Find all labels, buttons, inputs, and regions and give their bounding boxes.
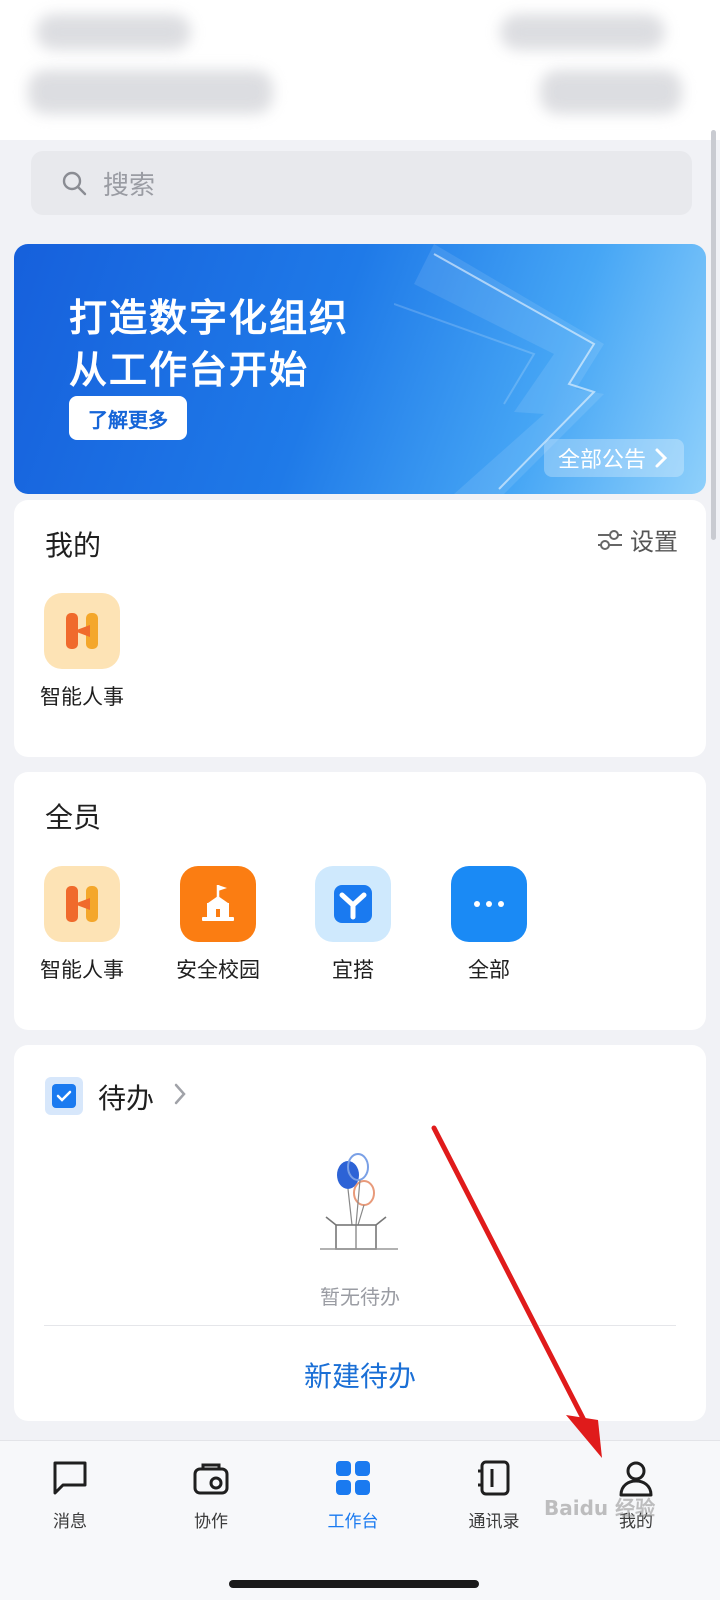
tab-workbench[interactable]: 工作台 (293, 1457, 413, 1532)
app-label: 宜搭 (332, 958, 374, 982)
new-todo-button[interactable]: 新建待办 (14, 1355, 706, 1395)
all-members-title: 全员 (45, 801, 102, 834)
learn-more-button[interactable]: 了解更多 (69, 396, 187, 440)
empty-todo-text: 暂无待办 (320, 1285, 400, 1309)
settings-button[interactable]: 设置 (596, 522, 678, 557)
collaboration-icon (193, 1463, 229, 1495)
yida-icon (315, 866, 391, 942)
banner-title: 打造数字化组织 从工作台开始 (69, 292, 349, 396)
app-label: 智能人事 (40, 958, 124, 982)
search-placeholder: 搜索 (103, 170, 156, 201)
tab-messages[interactable]: 消息 (10, 1457, 130, 1532)
tab-label: 通讯录 (468, 1512, 520, 1532)
chevron-right-icon (655, 448, 668, 468)
banner-title-line1: 打造数字化组织 (69, 296, 350, 340)
app-yida[interactable]: 宜搭 (298, 866, 408, 984)
todo-card: 待办 暂无待办 新建待办 (14, 1045, 706, 1421)
status-bar-blurred (36, 14, 191, 50)
todo-checkbox-icon (45, 1077, 83, 1115)
mine-title: 我的 (45, 529, 102, 562)
workbench-icon (336, 1461, 370, 1495)
sliders-icon (598, 529, 622, 550)
app-label: 全部 (468, 958, 510, 982)
scroll-indicator (711, 130, 716, 540)
promo-banner[interactable]: 打造数字化组织 从工作台开始 了解更多 全部公告 (14, 244, 706, 494)
tab-collaboration[interactable]: 协作 (151, 1457, 271, 1532)
app-label: 智能人事 (40, 685, 124, 709)
mine-card: 我的 设置 智能人事 (14, 500, 706, 757)
empty-balloon-box-icon (320, 1153, 398, 1250)
watermark: Baidu 经验 (544, 1496, 656, 1520)
smart-hr-icon (44, 593, 120, 669)
all-notices-button[interactable]: 全部公告 (543, 439, 684, 477)
app-label: 安全校园 (176, 958, 260, 982)
app-smart-hr[interactable]: 智能人事 (27, 593, 137, 711)
app-safe-campus[interactable]: 安全校园 (163, 866, 273, 984)
home-indicator[interactable] (229, 1580, 479, 1588)
search-input[interactable]: 搜索 (31, 151, 692, 215)
message-icon (53, 1461, 87, 1495)
all-members-card: 全员 智能人事 安全校园 宜搭 全部 (14, 772, 706, 1030)
search-icon (62, 171, 87, 196)
banner-title-line2: 从工作台开始 (69, 348, 310, 392)
app-all[interactable]: 全部 (434, 866, 544, 984)
app-smart-hr[interactable]: 智能人事 (27, 866, 137, 984)
contacts-icon (478, 1460, 510, 1496)
tab-label: 协作 (194, 1512, 228, 1532)
todo-title[interactable]: 待办 (98, 1077, 154, 1117)
smart-hr-icon (44, 866, 120, 942)
org-name-blurred[interactable] (28, 70, 273, 114)
all-notices-label: 全部公告 (557, 448, 646, 473)
tab-label: 消息 (53, 1512, 87, 1532)
header-action-blurred[interactable] (540, 70, 682, 114)
status-icons-blurred (500, 14, 665, 50)
top-header (0, 0, 720, 140)
divider (44, 1325, 676, 1326)
settings-label: 设置 (630, 528, 678, 556)
more-dots-icon (451, 866, 527, 942)
safe-campus-icon (180, 866, 256, 942)
tab-label: 工作台 (327, 1512, 379, 1532)
chevron-right-icon[interactable] (172, 1081, 188, 1107)
tab-contacts[interactable]: 通讯录 (434, 1457, 554, 1532)
